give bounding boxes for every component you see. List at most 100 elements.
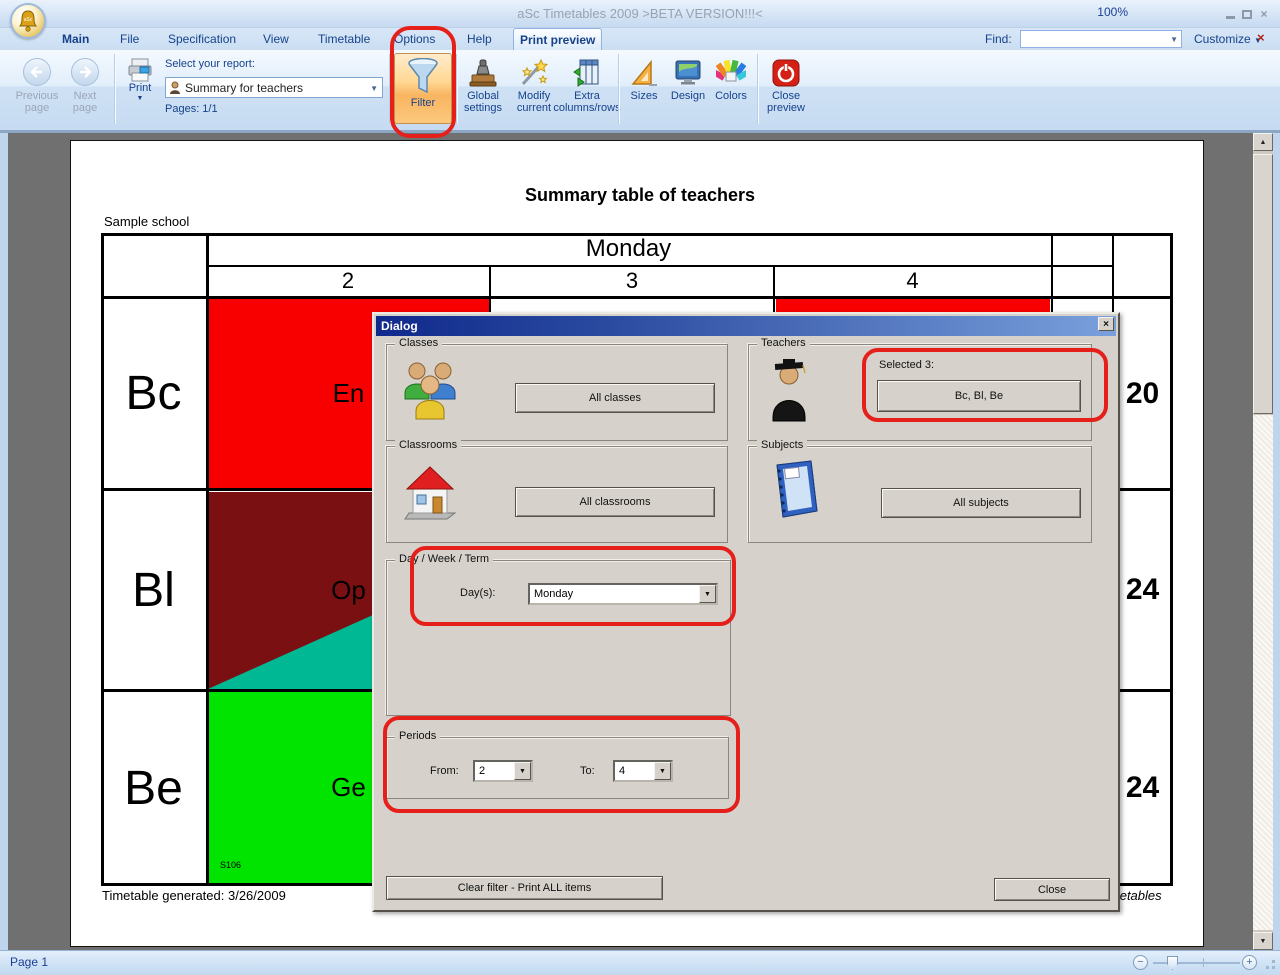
- period-header-2: 2: [206, 268, 490, 294]
- total-hours: 24: [1112, 490, 1173, 690]
- status-bar: Page 1: [0, 950, 1280, 975]
- customize-button[interactable]: Customize ▼: [1194, 28, 1262, 52]
- annotation-ring-days: [410, 546, 736, 626]
- scroll-down-button[interactable]: ▼: [1253, 932, 1273, 950]
- ribbon: Previous page Next page Print ▼ Select y…: [0, 50, 1280, 133]
- printer-icon: [127, 58, 153, 82]
- period-header-4: 4: [774, 268, 1051, 294]
- zoom-percent-label: 100%: [1088, 5, 1128, 19]
- close-preview-button[interactable]: Close preview: [760, 58, 812, 114]
- close-icon: ×: [1103, 319, 1109, 330]
- monitor-icon: [673, 58, 703, 88]
- ribbon-separator: [618, 54, 619, 124]
- period-header-3: 3: [490, 268, 774, 294]
- teachers-group-label: Teachers: [757, 337, 810, 349]
- resize-grip: [1272, 960, 1275, 963]
- report-title: Summary table of teachers: [420, 185, 860, 206]
- resize-grip: [1266, 966, 1269, 969]
- dialog-title: Dialog: [376, 319, 418, 333]
- subjects-notebook-icon: [767, 459, 819, 523]
- svg-text:aSc: aSc: [24, 17, 33, 23]
- annotation-ring-selected-teachers: [862, 348, 1108, 422]
- zoom-slider-track[interactable]: [1153, 962, 1240, 964]
- ribbon-tab-row: Main File Specification View Timetable O…: [0, 28, 1280, 50]
- scrollbar-track[interactable]: [1253, 415, 1273, 930]
- annotation-ring-periods: [383, 716, 740, 813]
- report-select-label: Select your report:: [165, 58, 255, 70]
- zoom-out-button[interactable]: −: [1133, 955, 1148, 970]
- chevron-down-icon: ▼: [137, 95, 144, 102]
- table-columns-icon: [572, 58, 602, 88]
- dialog-close-action-button[interactable]: Close: [994, 878, 1110, 901]
- design-button[interactable]: Design: [666, 58, 710, 102]
- tab-timetable[interactable]: Timetable: [312, 28, 376, 50]
- classrooms-group-label: Classrooms: [395, 439, 461, 451]
- print-button[interactable]: Print ▼: [118, 58, 162, 102]
- close-findbar-icon[interactable]: ×: [1257, 30, 1265, 45]
- school-name: Sample school: [104, 214, 189, 229]
- classrooms-group: Classrooms All classrooms: [386, 446, 728, 543]
- classes-people-icon: [401, 359, 457, 421]
- total-hours: 24: [1112, 690, 1173, 886]
- scrollbar-thumb[interactable]: [1253, 154, 1273, 414]
- teacher-label: Be: [101, 690, 206, 886]
- subjects-group: Subjects All subjects: [748, 446, 1092, 543]
- tab-specification[interactable]: Specification: [162, 28, 242, 50]
- arrow-up-icon: ▲: [1260, 139, 1267, 146]
- find-label: Find:: [985, 28, 1012, 50]
- tab-file[interactable]: File: [114, 28, 145, 50]
- classes-group-label: Classes: [395, 337, 442, 349]
- tab-help[interactable]: Help: [461, 28, 498, 50]
- all-subjects-button[interactable]: All subjects: [881, 488, 1081, 518]
- tab-view[interactable]: View: [257, 28, 295, 50]
- sizes-button[interactable]: Sizes: [622, 58, 666, 102]
- close-button[interactable]: ×: [1256, 7, 1272, 21]
- arrow-down-icon: ▼: [1260, 938, 1267, 945]
- magic-wand-icon: [519, 58, 549, 88]
- dialog-title-bar[interactable]: Dialog: [376, 316, 1116, 336]
- tab-main[interactable]: Main: [56, 28, 95, 50]
- report-person-icon: [169, 81, 181, 95]
- teacher-label: Bl: [101, 490, 206, 690]
- power-icon: [771, 58, 801, 88]
- arrow-left-icon: [23, 58, 51, 86]
- classes-group: Classes All classes: [386, 344, 728, 441]
- next-page-button[interactable]: Next page: [62, 58, 108, 114]
- modify-current-button[interactable]: Modify current: [509, 58, 559, 114]
- color-fan-icon: [716, 58, 746, 88]
- colors-button[interactable]: Colors: [708, 58, 754, 102]
- zoom-in-button[interactable]: +: [1242, 955, 1257, 970]
- chevron-down-icon: ▼: [370, 84, 378, 93]
- vertical-scrollbar[interactable]: ▲ ▼: [1253, 133, 1273, 950]
- find-input[interactable]: ▼: [1020, 30, 1182, 48]
- previous-page-button[interactable]: Previous page: [14, 58, 60, 114]
- scroll-up-button[interactable]: ▲: [1253, 133, 1273, 151]
- total-hours: 20: [1112, 297, 1173, 490]
- annotation-ring-options-filter: [390, 26, 456, 138]
- clear-filter-button[interactable]: Clear filter - Print ALL items: [386, 876, 663, 900]
- set-square-icon: [629, 58, 659, 88]
- arrow-right-icon: [71, 58, 99, 86]
- subjects-group-label: Subjects: [757, 439, 807, 451]
- ribbon-separator: [456, 54, 457, 124]
- all-classrooms-button[interactable]: All classrooms: [515, 487, 715, 517]
- resize-grip[interactable]: [1272, 966, 1275, 969]
- teacher-label: Bc: [101, 297, 206, 490]
- dialog-close-button[interactable]: ×: [1098, 317, 1114, 331]
- maximize-button[interactable]: [1242, 0, 1256, 28]
- table-line: [206, 265, 1112, 267]
- zoom-slider-tick: [1203, 958, 1204, 967]
- app-logo-button[interactable]: aSc: [10, 3, 46, 39]
- global-settings-button[interactable]: Global settings: [458, 58, 508, 114]
- all-classes-button[interactable]: All classes: [515, 383, 715, 413]
- report-select[interactable]: Summary for teachers ▼: [165, 77, 383, 98]
- tab-print-preview[interactable]: Print preview: [513, 28, 602, 50]
- chevron-down-icon: ▼: [1170, 35, 1178, 44]
- stamp-icon: [468, 58, 498, 88]
- minimize-button[interactable]: [1226, 0, 1240, 28]
- day-header: Monday: [206, 235, 1051, 263]
- ribbon-separator: [114, 54, 115, 124]
- extra-columns-rows-button[interactable]: Extra columns/rows: [558, 58, 616, 114]
- generated-label: Timetable generated: 3/26/2009: [102, 888, 286, 903]
- status-page-label: Page 1: [10, 955, 48, 969]
